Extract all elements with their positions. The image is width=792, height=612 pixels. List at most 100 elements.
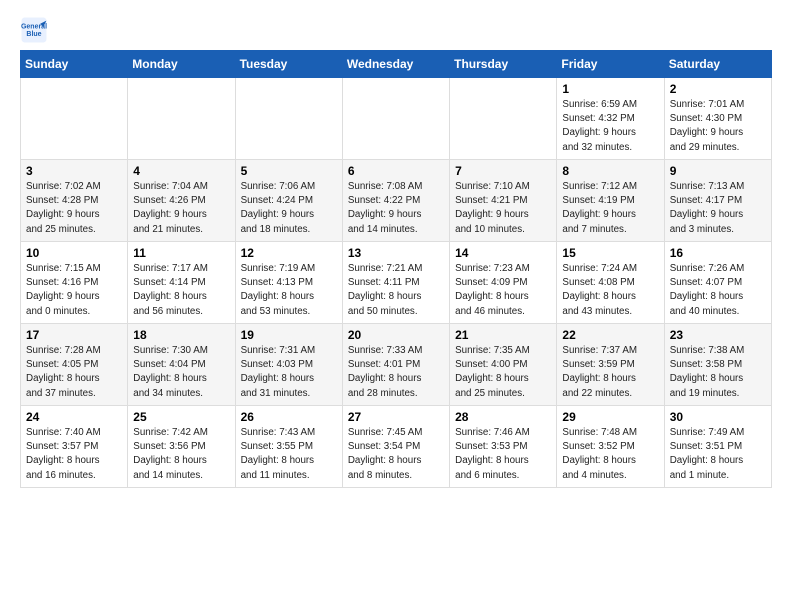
calendar-week-2: 3 Sunrise: 7:02 AM Sunset: 4:28 PM Daylig… [21, 160, 772, 242]
day-number: 26 [241, 410, 337, 424]
day-info: Sunrise: 7:26 AM Sunset: 4:07 PM Dayligh… [670, 262, 766, 319]
calendar-cell: 25 Sunrise: 7:42 AM Sunset: 3:56 PM Dayli… [128, 406, 235, 488]
day-number: 17 [26, 328, 122, 342]
calendar-cell: 8 Sunrise: 7:12 AM Sunset: 4:19 PM Daylig… [557, 160, 664, 242]
day-number: 6 [348, 164, 444, 178]
day-info: Sunrise: 7:40 AM Sunset: 3:57 PM Dayligh… [26, 426, 122, 483]
calendar-cell: 18 Sunrise: 7:30 AM Sunset: 4:04 PM Dayli… [128, 324, 235, 406]
calendar-cell: 10 Sunrise: 7:15 AM Sunset: 4:16 PM Dayli… [21, 242, 128, 324]
calendar-cell: 26 Sunrise: 7:43 AM Sunset: 3:55 PM Dayli… [235, 406, 342, 488]
day-number: 21 [455, 328, 551, 342]
header: General Blue [20, 16, 772, 44]
calendar-table: SundayMondayTuesdayWednesdayThursdayFrid… [20, 50, 772, 488]
day-info: Sunrise: 7:28 AM Sunset: 4:05 PM Dayligh… [26, 344, 122, 401]
calendar-cell [21, 78, 128, 160]
day-info: Sunrise: 7:19 AM Sunset: 4:13 PM Dayligh… [241, 262, 337, 319]
calendar-cell [235, 78, 342, 160]
day-number: 3 [26, 164, 122, 178]
calendar-cell: 23Sunrise: 7:38 AM Sunset: 3:58 PM Dayli… [664, 324, 771, 406]
day-info: Sunrise: 7:17 AM Sunset: 4:14 PM Dayligh… [133, 262, 229, 319]
calendar-cell: 1Sunrise: 6:59 AM Sunset: 4:32 PM Daylig… [557, 78, 664, 160]
day-info: Sunrise: 7:02 AM Sunset: 4:28 PM Dayligh… [26, 180, 122, 237]
calendar-cell: 19Sunrise: 7:31 AM Sunset: 4:03 PM Dayli… [235, 324, 342, 406]
day-number: 25 [133, 410, 229, 424]
day-number: 19 [241, 328, 337, 342]
day-info: Sunrise: 7:42 AM Sunset: 3:56 PM Dayligh… [133, 426, 229, 483]
logo-icon: General Blue [20, 16, 48, 44]
calendar-cell: 15 Sunrise: 7:24 AM Sunset: 4:08 PM Dayli… [557, 242, 664, 324]
day-number: 16 [670, 246, 766, 260]
calendar-header: SundayMondayTuesdayWednesdayThursdayFrid… [21, 51, 772, 78]
day-number: 11 [133, 246, 229, 260]
day-number: 2 [670, 82, 766, 96]
day-number: 28 [455, 410, 551, 424]
weekday-header-friday: Friday [557, 51, 664, 78]
day-number: 8 [562, 164, 658, 178]
day-info: Sunrise: 7:08 AM Sunset: 4:22 PM Dayligh… [348, 180, 444, 237]
day-info: Sunrise: 7:46 AM Sunset: 3:53 PM Dayligh… [455, 426, 551, 483]
day-info: Sunrise: 7:33 AM Sunset: 4:01 PM Dayligh… [348, 344, 444, 401]
day-info: Sunrise: 7:30 AM Sunset: 4:04 PM Dayligh… [133, 344, 229, 401]
weekday-header-thursday: Thursday [450, 51, 557, 78]
calendar-cell: 6 Sunrise: 7:08 AM Sunset: 4:22 PM Daylig… [342, 160, 449, 242]
weekday-header-saturday: Saturday [664, 51, 771, 78]
calendar-cell [128, 78, 235, 160]
day-info: Sunrise: 7:37 AM Sunset: 3:59 PM Dayligh… [562, 344, 658, 401]
calendar-week-4: 17 Sunrise: 7:28 AM Sunset: 4:05 PM Dayli… [21, 324, 772, 406]
day-number: 14 [455, 246, 551, 260]
day-info: Sunrise: 7:01 AM Sunset: 4:30 PM Dayligh… [670, 98, 766, 155]
day-number: 10 [26, 246, 122, 260]
calendar-cell [450, 78, 557, 160]
calendar-cell: 14 Sunrise: 7:23 AM Sunset: 4:09 PM Dayli… [450, 242, 557, 324]
calendar-week-5: 24 Sunrise: 7:40 AM Sunset: 3:57 PM Dayli… [21, 406, 772, 488]
day-number: 9 [670, 164, 766, 178]
calendar-cell: 29 Sunrise: 7:48 AM Sunset: 3:52 PM Dayli… [557, 406, 664, 488]
day-info: Sunrise: 7:45 AM Sunset: 3:54 PM Dayligh… [348, 426, 444, 483]
day-number: 18 [133, 328, 229, 342]
day-number: 23 [670, 328, 766, 342]
day-info: Sunrise: 7:10 AM Sunset: 4:21 PM Dayligh… [455, 180, 551, 237]
day-number: 7 [455, 164, 551, 178]
day-number: 15 [562, 246, 658, 260]
calendar-cell: 2 Sunrise: 7:01 AM Sunset: 4:30 PM Daylig… [664, 78, 771, 160]
day-number: 20 [348, 328, 444, 342]
day-info: Sunrise: 7:24 AM Sunset: 4:08 PM Dayligh… [562, 262, 658, 319]
calendar-cell: 12 Sunrise: 7:19 AM Sunset: 4:13 PM Dayli… [235, 242, 342, 324]
calendar-cell: 9 Sunrise: 7:13 AM Sunset: 4:17 PM Daylig… [664, 160, 771, 242]
day-info: Sunrise: 7:13 AM Sunset: 4:17 PM Dayligh… [670, 180, 766, 237]
day-info: Sunrise: 7:35 AM Sunset: 4:00 PM Dayligh… [455, 344, 551, 401]
day-info: Sunrise: 7:43 AM Sunset: 3:55 PM Dayligh… [241, 426, 337, 483]
day-number: 24 [26, 410, 122, 424]
day-info: Sunrise: 7:12 AM Sunset: 4:19 PM Dayligh… [562, 180, 658, 237]
weekday-header-monday: Monday [128, 51, 235, 78]
weekday-header-wednesday: Wednesday [342, 51, 449, 78]
weekday-header-tuesday: Tuesday [235, 51, 342, 78]
day-number: 29 [562, 410, 658, 424]
day-info: Sunrise: 7:49 AM Sunset: 3:51 PM Dayligh… [670, 426, 766, 483]
weekday-row: SundayMondayTuesdayWednesdayThursdayFrid… [21, 51, 772, 78]
calendar-week-3: 10 Sunrise: 7:15 AM Sunset: 4:16 PM Dayli… [21, 242, 772, 324]
day-number: 4 [133, 164, 229, 178]
calendar-week-1: 1Sunrise: 6:59 AM Sunset: 4:32 PM Daylig… [21, 78, 772, 160]
day-number: 12 [241, 246, 337, 260]
calendar-cell: 11 Sunrise: 7:17 AM Sunset: 4:14 PM Dayli… [128, 242, 235, 324]
day-info: Sunrise: 6:59 AM Sunset: 4:32 PM Dayligh… [562, 98, 658, 155]
day-number: 27 [348, 410, 444, 424]
calendar-cell: 28 Sunrise: 7:46 AM Sunset: 3:53 PM Dayli… [450, 406, 557, 488]
day-number: 22 [562, 328, 658, 342]
day-info: Sunrise: 7:15 AM Sunset: 4:16 PM Dayligh… [26, 262, 122, 319]
calendar-cell: 13Sunrise: 7:21 AM Sunset: 4:11 PM Dayli… [342, 242, 449, 324]
calendar-cell: 20 Sunrise: 7:33 AM Sunset: 4:01 PM Dayli… [342, 324, 449, 406]
calendar-cell: 22 Sunrise: 7:37 AM Sunset: 3:59 PM Dayli… [557, 324, 664, 406]
day-info: Sunrise: 7:23 AM Sunset: 4:09 PM Dayligh… [455, 262, 551, 319]
calendar-cell [342, 78, 449, 160]
calendar-cell: 4Sunrise: 7:04 AM Sunset: 4:26 PM Daylig… [128, 160, 235, 242]
calendar-cell: 16 Sunrise: 7:26 AM Sunset: 4:07 PM Dayli… [664, 242, 771, 324]
day-number: 13 [348, 246, 444, 260]
svg-text:Blue: Blue [26, 31, 41, 38]
day-number: 30 [670, 410, 766, 424]
calendar-cell: 3 Sunrise: 7:02 AM Sunset: 4:28 PM Daylig… [21, 160, 128, 242]
calendar-cell: 30 Sunrise: 7:49 AM Sunset: 3:51 PM Dayli… [664, 406, 771, 488]
calendar-body: 1Sunrise: 6:59 AM Sunset: 4:32 PM Daylig… [21, 78, 772, 488]
day-info: Sunrise: 7:48 AM Sunset: 3:52 PM Dayligh… [562, 426, 658, 483]
